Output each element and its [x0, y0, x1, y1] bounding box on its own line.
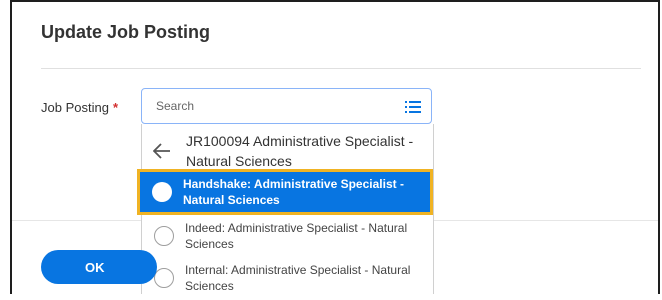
list-icon[interactable] [405, 100, 421, 114]
radio-icon[interactable] [152, 182, 172, 202]
option-label: Handshake: Administrative Specialist - N… [183, 177, 404, 207]
ok-button[interactable]: OK [41, 250, 157, 284]
job-posting-label: Job Posting * [41, 100, 118, 115]
job-posting-dropdown: JR100094 Administrative Specialist - Nat… [137, 124, 434, 294]
search-input[interactable] [154, 98, 398, 114]
radio-icon[interactable] [154, 226, 174, 246]
title-divider [41, 68, 641, 69]
radio-icon[interactable] [154, 268, 174, 288]
option-handshake[interactable]: Handshake: Administrative Specialist - N… [137, 169, 433, 215]
option-indeed[interactable]: Indeed: Administrative Specialist - Natu… [142, 216, 433, 258]
dialog-title: Update Job Posting [41, 22, 211, 42]
option-label: Internal: Administrative Specialist - Na… [185, 263, 411, 293]
back-item[interactable]: JR100094 Administrative Specialist - Nat… [142, 127, 433, 169]
job-posting-search-field[interactable] [141, 88, 432, 124]
back-arrow-icon[interactable] [153, 143, 171, 159]
back-item-label: JR100094 Administrative Specialist - Nat… [186, 133, 414, 169]
job-posting-label-text: Job Posting [41, 100, 109, 115]
required-marker: * [112, 100, 118, 115]
option-label: Indeed: Administrative Specialist - Natu… [185, 221, 408, 251]
